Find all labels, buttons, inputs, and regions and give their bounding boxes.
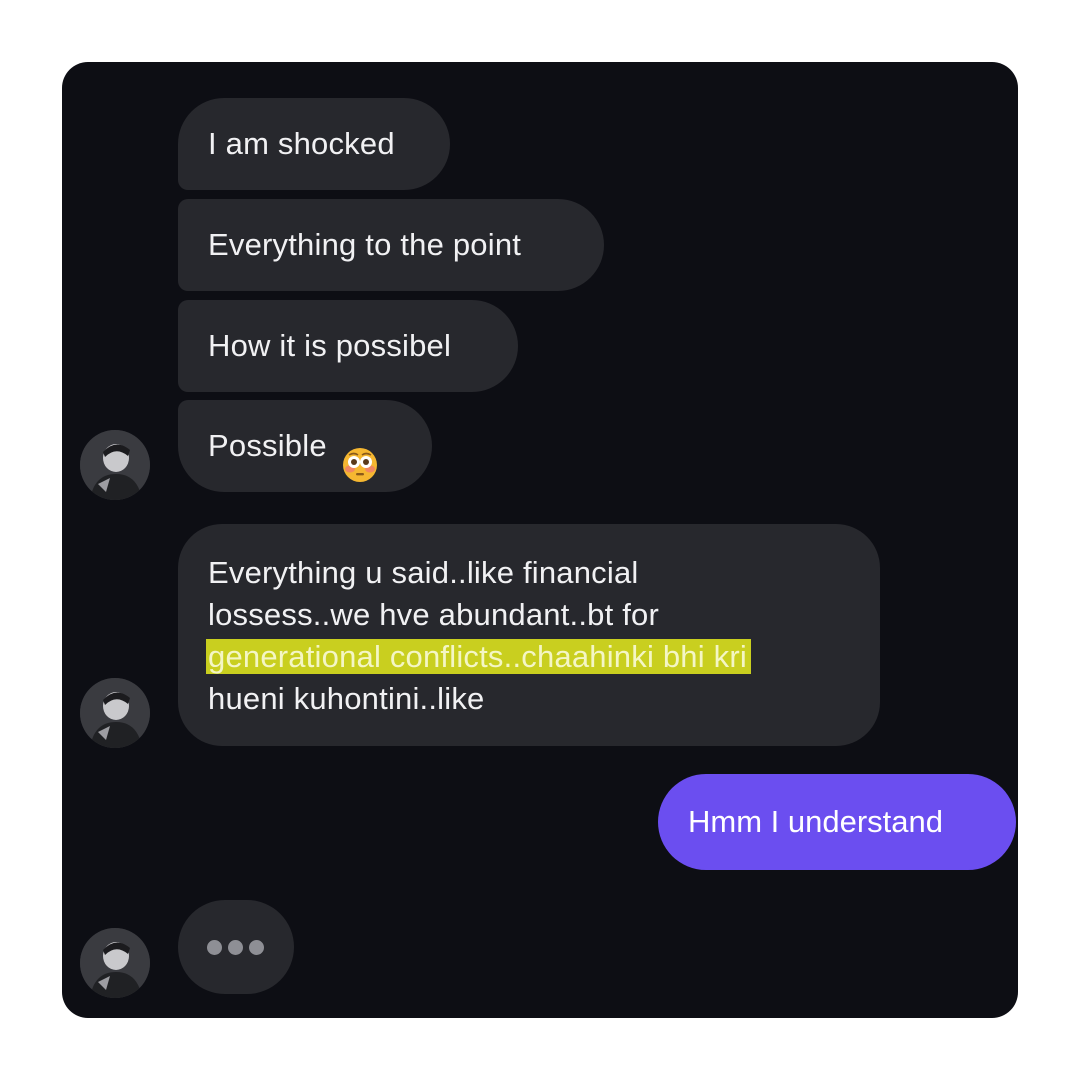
message-bubble-outgoing[interactable]: Hmm I understand [658, 774, 1016, 870]
message-bubble-incoming-long[interactable]: Everything u said..like financial losses… [178, 524, 880, 746]
contact-avatar[interactable] [80, 678, 150, 748]
message-line: hueni kuhontini..like [208, 681, 485, 716]
contact-avatar[interactable] [80, 928, 150, 998]
typing-indicator [178, 900, 294, 994]
message-text: Hmm I understand [688, 804, 943, 839]
typing-dot [228, 940, 243, 955]
highlighted-text: generational conflicts..chaahinki bhi kr… [206, 639, 751, 674]
message-text: Everything to the point [208, 227, 522, 262]
message-bubble-incoming[interactable]: I am shocked [178, 98, 450, 190]
contact-avatar[interactable] [80, 430, 150, 500]
message-bubble-incoming[interactable]: Possible [178, 400, 432, 492]
typing-dot [207, 940, 222, 955]
message-line: lossess..we hve abundant..bt for [208, 597, 659, 632]
message-bubble-incoming[interactable]: Everything to the point [178, 199, 604, 291]
message-text: I am shocked [208, 126, 395, 161]
message-line: Everything u said..like financial [208, 555, 639, 590]
message-text: Possible [208, 428, 327, 463]
message-bubble-incoming[interactable]: How it is possibel [178, 300, 518, 392]
chat-window: I am shocked Everything to the point How… [62, 62, 1018, 1018]
flushed-face-emoji-icon [342, 427, 378, 482]
message-text: How it is possibel [208, 328, 452, 363]
typing-dot [249, 940, 264, 955]
